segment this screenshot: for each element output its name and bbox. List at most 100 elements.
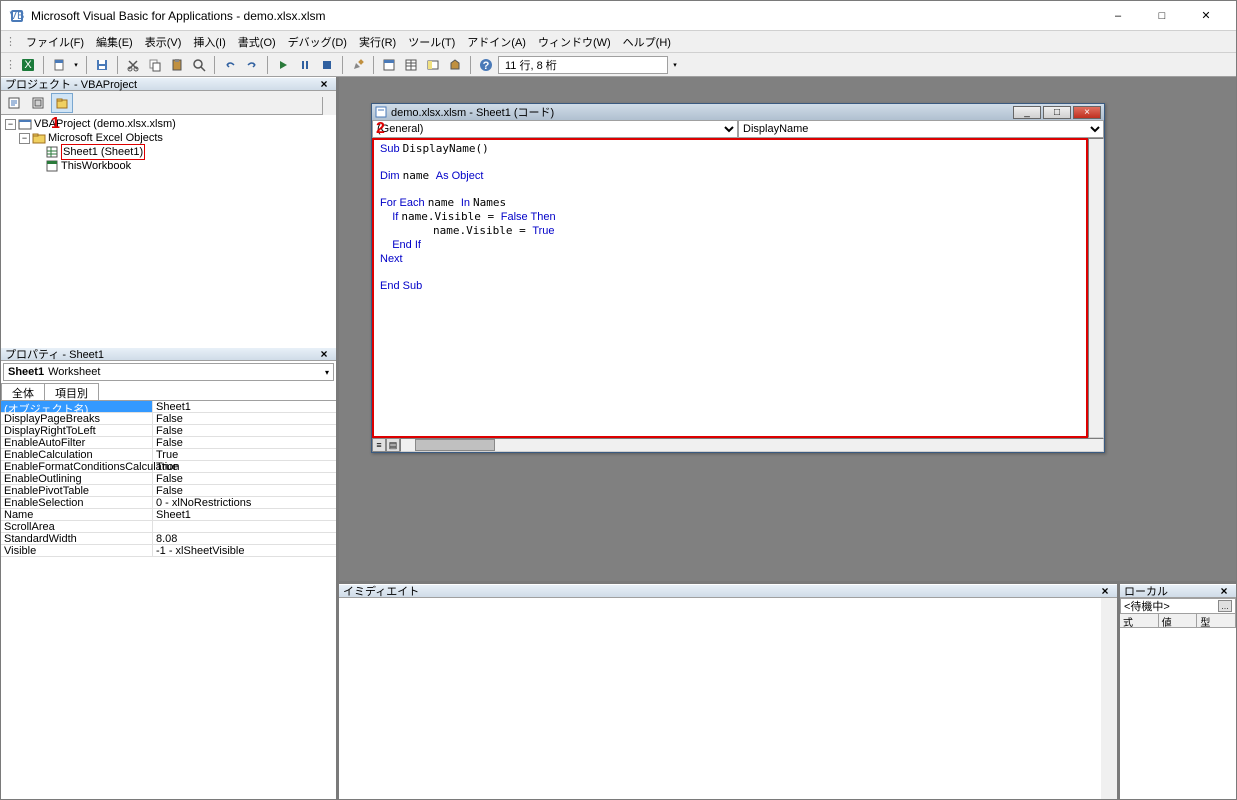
menu-insert[interactable]: 挿入(I) [187,32,231,52]
view-excel-button[interactable]: X [18,55,38,75]
project-tree[interactable]: 1 − VBAProject (demo.xlsx.xlsm) − Micros… [1,115,336,347]
procedure-view-button[interactable]: ≡ [372,438,386,452]
locals-col-val[interactable]: 値 [1159,614,1198,627]
menu-view[interactable]: 表示(V) [139,32,188,52]
code-window-close[interactable]: × [1073,106,1101,119]
properties-panel-close[interactable]: × [316,346,332,362]
minimize-button[interactable]: – [1096,2,1140,30]
tree-project[interactable]: VBAProject (demo.xlsx.xlsm) [34,117,176,131]
insert-module-dropdown[interactable]: ▾ [71,55,81,75]
menubar: ⋮ ファイル(F) 編集(E) 表示(V) 挿入(I) 書式(O) デバッグ(D… [1,31,1236,53]
property-value[interactable]: False [153,437,336,448]
property-name: EnableSelection [1,497,153,508]
property-value[interactable]: 0 - xlNoRestrictions [153,497,336,508]
toolbox-button[interactable] [445,55,465,75]
code-window-titlebar[interactable]: demo.xlsx.xlsm - Sheet1 (コード) _ □ × [372,104,1104,120]
copy-button[interactable] [145,55,165,75]
save-button[interactable] [92,55,112,75]
code-scrollbar-vertical[interactable] [1088,138,1104,438]
property-value[interactable]: False [153,413,336,424]
immediate-window[interactable] [339,598,1117,799]
locals-status-button[interactable]: … [1218,600,1232,612]
view-code-button[interactable] [3,93,25,113]
maximize-button[interactable]: □ [1140,2,1184,30]
design-mode-button[interactable] [348,55,368,75]
menu-run[interactable]: 実行(R) [353,32,402,52]
run-button[interactable] [273,55,293,75]
project-panel-close[interactable]: × [316,77,332,92]
property-value[interactable]: False [153,485,336,496]
cut-button[interactable] [123,55,143,75]
properties-tab-category[interactable]: 項目別 [44,383,99,400]
property-value[interactable]: -1 - xlSheetVisible [153,545,336,556]
locals-col-type[interactable]: 型 [1197,614,1236,627]
property-value[interactable]: Sheet1 [153,509,336,520]
property-value[interactable]: True [153,461,336,472]
tree-sheet1[interactable]: Sheet1 (Sheet1) [61,144,145,160]
properties-tab-alpha[interactable]: 全体 [1,383,45,400]
menu-debug[interactable]: デバッグ(D) [282,32,353,52]
property-value[interactable]: True [153,449,336,460]
reset-button[interactable] [317,55,337,75]
project-explorer-panel: プロジェクト - VBAProject × 1 − VBAProject (de… [1,77,336,347]
full-view-button[interactable]: ▤ [386,438,400,452]
property-row[interactable]: Visible-1 - xlSheetVisible [1,545,336,557]
property-row[interactable]: DisplayRightToLeftFalse [1,425,336,437]
immediate-panel-close[interactable]: × [1097,583,1113,599]
code-procedure-selector[interactable]: DisplayName [738,120,1104,138]
tree-folder[interactable]: Microsoft Excel Objects [48,131,163,145]
property-row[interactable]: EnableAutoFilterFalse [1,437,336,449]
code-object-selector[interactable]: (General) [372,120,738,138]
break-button[interactable] [295,55,315,75]
property-row[interactable]: EnableCalculationTrue [1,449,336,461]
code-editor[interactable]: Sub DisplayName() Dim name As Object For… [372,138,1088,438]
code-window-minimize[interactable]: _ [1013,106,1041,119]
property-value[interactable]: Sheet1 [153,401,336,412]
locals-body[interactable] [1120,628,1236,799]
property-row[interactable]: EnableFormatConditionsCalculationTrue [1,461,336,473]
object-browser-button[interactable] [423,55,443,75]
properties-grid[interactable]: (オブジェクト名)Sheet1DisplayPageBreaksFalseDis… [1,401,336,799]
view-object-button[interactable] [27,93,49,113]
toggle-folders-button[interactable] [51,93,73,113]
project-explorer-button[interactable] [379,55,399,75]
menu-addins[interactable]: アドイン(A) [461,32,532,52]
property-row[interactable]: NameSheet1 [1,509,336,521]
locals-panel-close[interactable]: × [1216,583,1232,599]
redo-button[interactable] [242,55,262,75]
immediate-scrollbar[interactable] [1101,598,1117,799]
property-value[interactable]: 8.08 [153,533,336,544]
toolbar-overflow[interactable]: ▾ [670,55,680,75]
find-button[interactable] [189,55,209,75]
help-button[interactable]: ? [476,55,496,75]
close-button[interactable]: ✕ [1184,2,1228,30]
property-value[interactable]: False [153,425,336,436]
property-row[interactable]: DisplayPageBreaksFalse [1,413,336,425]
code-scrollbar-horizontal[interactable] [400,438,1104,452]
property-row[interactable]: ScrollArea [1,521,336,533]
tree-thisworkbook[interactable]: ThisWorkbook [61,159,131,173]
menu-window[interactable]: ウィンドウ(W) [532,32,617,52]
menu-file[interactable]: ファイル(F) [20,32,90,52]
locals-col-expr[interactable]: 式 [1120,614,1159,627]
menu-format[interactable]: 書式(O) [232,32,282,52]
menu-tools[interactable]: ツール(T) [402,32,461,52]
code-window-maximize[interactable]: □ [1043,106,1071,119]
paste-button[interactable] [167,55,187,75]
menu-edit[interactable]: 編集(E) [90,32,139,52]
undo-button[interactable] [220,55,240,75]
properties-window-button[interactable] [401,55,421,75]
property-row[interactable]: EnablePivotTableFalse [1,485,336,497]
property-row[interactable]: StandardWidth8.08 [1,533,336,545]
property-value[interactable]: False [153,473,336,484]
tree-toggle[interactable]: − [5,119,16,130]
properties-object-selector[interactable]: Sheet1 Worksheet ▾ [3,363,334,381]
property-row[interactable]: (オブジェクト名)Sheet1 [1,401,336,413]
property-row[interactable]: EnableSelection0 - xlNoRestrictions [1,497,336,509]
tree-toggle[interactable]: − [19,133,30,144]
menu-help[interactable]: ヘルプ(H) [617,32,677,52]
property-row[interactable]: EnableOutliningFalse [1,473,336,485]
insert-module-button[interactable] [49,55,69,75]
property-value[interactable] [153,521,336,532]
locals-headers: 式 値 型 [1120,614,1236,628]
